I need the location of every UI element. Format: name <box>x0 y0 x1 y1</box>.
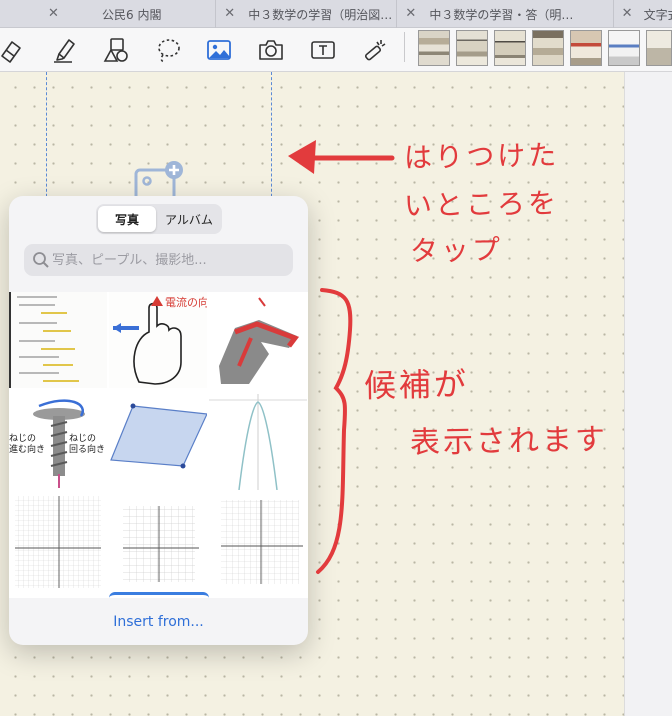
page-thumbnail[interactable] <box>608 30 640 66</box>
close-tab-icon[interactable]: ✕ <box>224 6 235 21</box>
page-thumbnail[interactable] <box>456 30 488 66</box>
close-tab-icon[interactable]: ✕ <box>405 6 416 21</box>
photo-thumbnail[interactable] <box>209 394 307 490</box>
tab-document-4[interactable]: ✕ 文字式で <box>614 0 672 28</box>
tab-label: 文字式で <box>643 8 672 22</box>
hand-label: 電流の向 <box>165 295 207 309</box>
insert-from-button[interactable]: Insert from... <box>9 602 308 645</box>
annotation-candidates-line-2: 表示されます <box>409 422 609 461</box>
page-thumbnail[interactable] <box>494 30 526 66</box>
annotation-tap-line-2: いところを <box>403 186 560 223</box>
laser-pointer-icon[interactable] <box>361 36 389 64</box>
page-thumbnail[interactable] <box>418 30 450 66</box>
toolbar-divider <box>404 32 405 62</box>
page-margin <box>624 72 672 716</box>
eraser-icon[interactable] <box>0 36 26 64</box>
close-tab-icon[interactable]: ✕ <box>48 6 59 21</box>
photo-thumbnail[interactable] <box>109 496 207 592</box>
segment-photos[interactable]: 写真 <box>98 206 156 232</box>
camera-icon[interactable] <box>257 36 285 64</box>
source-segmented-control: 写真 アルバム <box>96 204 222 234</box>
shapes-icon[interactable] <box>102 36 130 64</box>
page-thumbnail[interactable] <box>570 30 602 66</box>
annotation-candidates-line-1: 候補が <box>363 365 470 405</box>
highlighter-icon[interactable] <box>50 36 78 64</box>
search-icon <box>33 252 49 268</box>
photo-grid: 電流の向 ねじの 進む向き ねじの 回る向き <box>9 292 308 598</box>
photo-thumbnail[interactable] <box>9 292 107 388</box>
tab-document-3[interactable]: ✕ 中３数学の学習・答（明… <box>397 0 614 28</box>
tab-document-2[interactable]: ✕ 中３数学の学習（明治図… <box>216 0 398 28</box>
tab-document-1[interactable]: ✕ 公民6 内閣 <box>0 0 217 28</box>
annotation-tap-line-3: タップ <box>409 233 504 268</box>
segment-albums[interactable]: アルバム <box>158 206 220 232</box>
annotation-tap-line-1: はりつけた <box>403 138 560 175</box>
tab-bar: ✕ 公民6 内閣 ✕ 中３数学の学習（明治図… ✕ 中３数学の学習・答（明… ✕… <box>0 0 672 28</box>
photo-thumbnail[interactable]: ねじの 進む向き ねじの 回る向き <box>9 394 107 490</box>
photo-thumbnail[interactable] <box>109 394 207 490</box>
photo-thumbnail[interactable] <box>209 496 307 592</box>
screw-label-right: ねじの 回る向き <box>69 434 106 456</box>
tab-label: 中３数学の学習・答（明… <box>429 8 574 22</box>
photo-search-input[interactable] <box>52 244 288 276</box>
close-tab-icon[interactable]: ✕ <box>622 6 633 21</box>
photo-thumbnail[interactable]: 電流の向 <box>109 292 207 388</box>
tab-label: 公民6 内閣 <box>102 8 162 22</box>
text-box-icon[interactable] <box>309 36 337 64</box>
page-thumbnail[interactable] <box>646 30 672 66</box>
page-thumbnail[interactable] <box>532 30 564 66</box>
photo-thumbnail[interactable] <box>209 292 307 388</box>
photo-picker-popover: 写真 アルバム 電流の向 <box>9 196 308 645</box>
tab-label: 中３数学の学習（明治図… <box>248 8 393 22</box>
selected-photo-indicator <box>109 592 209 600</box>
photo-thumbnail[interactable] <box>9 496 107 592</box>
screw-label-left: ねじの 進む向き <box>9 434 46 456</box>
photo-search-bar <box>24 244 293 276</box>
image-icon[interactable] <box>205 36 233 64</box>
lasso-icon[interactable] <box>154 36 182 64</box>
